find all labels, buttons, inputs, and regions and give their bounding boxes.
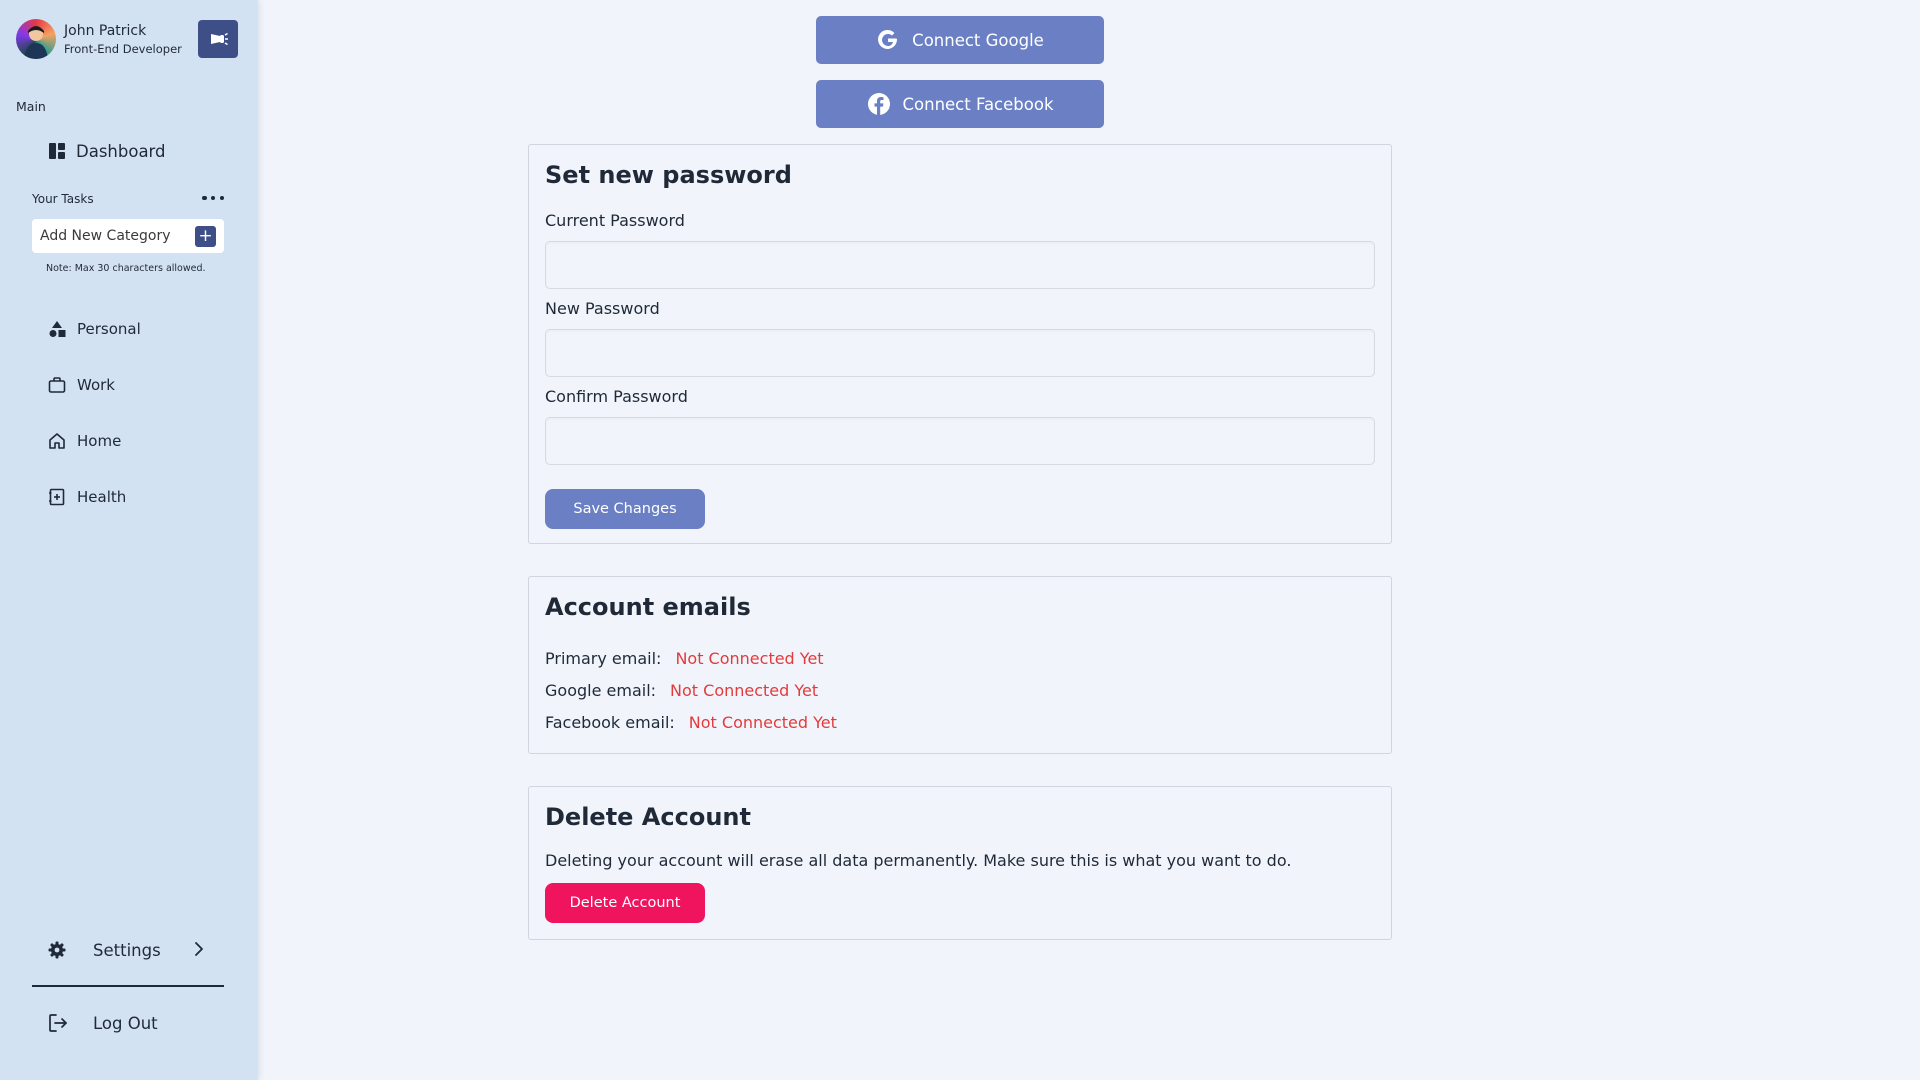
add-category-field: + — [32, 219, 224, 253]
section-label-main: Main — [16, 99, 46, 114]
email-label: Facebook email: — [545, 713, 675, 732]
add-category-button[interactable]: + — [195, 226, 216, 247]
profile-name: John Patrick — [64, 23, 147, 39]
account-emails-card: Account emails Primary email: Not Connect… — [528, 576, 1392, 754]
user-profile: John Patrick Front-End Developer — [16, 19, 238, 61]
primary-email-row: Primary email: Not Connected Yet — [545, 649, 824, 668]
sidebar-item-label: Home — [77, 432, 122, 450]
sidebar-item-label: Health — [77, 488, 127, 506]
email-status: Not Connected Yet — [688, 713, 837, 732]
connect-google-label: Connect Google — [912, 30, 1044, 50]
sidebar-item-settings[interactable]: Settings — [48, 937, 206, 963]
profile-role: Front-End Developer — [64, 42, 182, 56]
section-label-your-tasks: Your Tasks — [32, 192, 94, 206]
account-emails-title: Account emails — [545, 593, 751, 621]
logout-icon — [48, 1013, 68, 1033]
facebook-icon — [867, 92, 891, 116]
connect-google-button[interactable]: Connect Google — [816, 16, 1104, 64]
google-icon — [876, 28, 900, 52]
google-email-row: Google email: Not Connected Yet — [545, 681, 818, 700]
lamp-icon — [207, 31, 229, 47]
house-icon — [48, 432, 66, 450]
sidebar-item-home[interactable]: Home — [48, 428, 121, 454]
logout-button[interactable]: Log Out — [48, 1010, 158, 1036]
new-password-input[interactable] — [545, 329, 1375, 377]
gear-icon — [48, 941, 66, 959]
delete-account-title: Delete Account — [545, 803, 751, 831]
sidebar-item-health[interactable]: Health — [48, 484, 126, 510]
sidebar: John Patrick Front-End Developer Main Da… — [0, 0, 258, 1080]
dashboard-icon — [48, 142, 66, 160]
sidebar-item-dashboard[interactable]: Dashboard — [48, 138, 166, 164]
new-password-label: New Password — [545, 299, 660, 318]
email-label: Google email: — [545, 681, 657, 700]
sidebar-item-personal[interactable]: Personal — [48, 316, 141, 342]
shapes-icon — [48, 320, 66, 338]
sidebar-item-label: Settings — [93, 940, 161, 960]
current-password-input[interactable] — [545, 241, 1375, 289]
sidebar-item-label: Personal — [77, 320, 141, 338]
sidebar-item-label: Log Out — [93, 1013, 158, 1033]
email-label: Primary email: — [545, 649, 662, 668]
briefcase-icon — [48, 376, 66, 394]
current-password-label: Current Password — [545, 211, 685, 230]
connect-facebook-label: Connect Facebook — [902, 94, 1054, 114]
sidebar-item-work[interactable]: Work — [48, 372, 115, 398]
add-category-input[interactable] — [32, 219, 192, 253]
delete-account-warning: Deleting your account will erase all dat… — [545, 851, 1292, 870]
email-status: Not Connected Yet — [675, 649, 824, 668]
password-card-title: Set new password — [545, 161, 792, 189]
medical-book-icon — [48, 488, 66, 506]
save-changes-button[interactable]: Save Changes — [545, 489, 705, 529]
chevron-right-icon — [192, 940, 206, 958]
facebook-email-row: Facebook email: Not Connected Yet — [545, 713, 837, 732]
theme-toggle-button[interactable] — [198, 20, 238, 58]
sidebar-item-label: Work — [77, 376, 115, 394]
password-card: Set new password Current Password New Pa… — [528, 144, 1392, 544]
more-options-icon[interactable] — [202, 190, 224, 206]
sidebar-item-label: Dashboard — [76, 141, 166, 161]
email-status: Not Connected Yet — [670, 681, 819, 700]
confirm-password-input[interactable] — [545, 417, 1375, 465]
connect-facebook-button[interactable]: Connect Facebook — [816, 80, 1104, 128]
confirm-password-label: Confirm Password — [545, 387, 688, 406]
delete-account-button[interactable]: Delete Account — [545, 883, 705, 923]
category-note: Note: Max 30 characters allowed. — [46, 263, 206, 274]
delete-account-card: Delete Account Deleting your account wil… — [528, 786, 1392, 940]
sidebar-divider — [32, 985, 224, 987]
avatar[interactable] — [16, 19, 56, 59]
